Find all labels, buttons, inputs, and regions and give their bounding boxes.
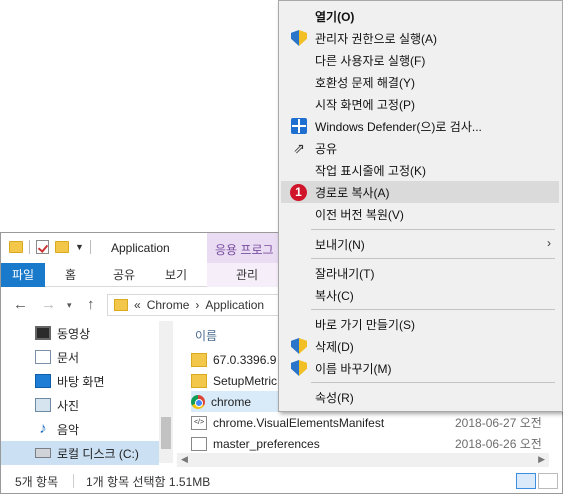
- nav-item-local-disk[interactable]: 로컬 디스크 (C:): [1, 441, 159, 465]
- tab-view[interactable]: 보기: [165, 263, 187, 287]
- nav-pane-scrollbar[interactable]: [159, 321, 173, 463]
- menu-item-copy[interactable]: 복사(C): [281, 284, 559, 306]
- nav-item-pictures[interactable]: 사진: [1, 393, 159, 417]
- new-folder-icon[interactable]: [55, 241, 69, 253]
- music-icon: ♪: [39, 420, 47, 437]
- breadcrumb-application[interactable]: Application: [205, 298, 264, 312]
- scroll-left-icon[interactable]: ◀: [181, 454, 188, 465]
- large-icons-view-icon[interactable]: [538, 473, 558, 489]
- address-overflow[interactable]: «: [134, 298, 141, 312]
- view-switcher: [516, 473, 558, 489]
- folder-icon: [191, 373, 207, 388]
- desktop-icon: [35, 374, 51, 388]
- address-bar[interactable]: « Chrome › Application: [107, 294, 297, 316]
- chrome-icon: [191, 394, 205, 409]
- tab-file[interactable]: 파일: [1, 263, 45, 287]
- menu-item-send-to[interactable]: 보내기(N) ›: [281, 233, 559, 255]
- quick-access-toolbar: ▼: [9, 240, 91, 254]
- properties-icon[interactable]: [36, 240, 49, 254]
- video-icon: [35, 326, 51, 340]
- step-badge: 1: [290, 184, 307, 201]
- folder-icon[interactable]: [9, 241, 23, 253]
- menu-item-delete[interactable]: 삭제(D): [281, 335, 559, 357]
- menu-item-pin-to-start[interactable]: 시작 화면에 고정(P): [281, 93, 559, 115]
- uac-shield-icon: [291, 338, 307, 354]
- forward-arrow-icon[interactable]: →: [41, 296, 56, 313]
- chevron-right-icon: ›: [547, 236, 551, 250]
- menu-item-properties[interactable]: 속성(R): [281, 386, 559, 408]
- scroll-right-icon[interactable]: ▶: [538, 454, 545, 465]
- windows-defender-icon: [291, 118, 307, 134]
- menu-item-open[interactable]: 열기(O): [281, 5, 559, 27]
- context-menu: 열기(O) 관리자 권한으로 실행(A) 다른 사용자로 실행(F) 호환성 문…: [278, 0, 563, 412]
- navigation-pane: 동영상 문서 바탕 화면 사진 ♪ 음악 로컬 디스크 (C:): [1, 321, 173, 467]
- menu-item-create-shortcut[interactable]: 바로 가기 만들기(S): [281, 313, 559, 335]
- file-date: 2018-06-27 오전: [455, 416, 542, 430]
- menu-item-troubleshoot-compatibility[interactable]: 호환성 문제 해결(Y): [281, 71, 559, 93]
- breadcrumb-chrome[interactable]: Chrome: [147, 298, 190, 312]
- folder-icon: [114, 299, 128, 311]
- xml-icon: </>: [191, 415, 207, 430]
- up-arrow-icon[interactable]: ↑: [87, 296, 95, 313]
- file-row[interactable]: master_preferences 2018-06-26 오전: [191, 433, 561, 454]
- window-title: Application: [111, 241, 170, 255]
- file-date: 2018-06-26 오전: [455, 437, 542, 451]
- menu-item-run-as-admin[interactable]: 관리자 권한으로 실행(A): [281, 27, 559, 49]
- menu-separator: [311, 382, 555, 383]
- file-icon: [191, 436, 207, 451]
- menu-item-defender-scan[interactable]: Windows Defender(으)로 검사...: [281, 115, 559, 137]
- file-row[interactable]: </> chrome.VisualElementsManifest 2018-0…: [191, 412, 561, 433]
- tab-manage[interactable]: 관리: [207, 263, 287, 287]
- menu-item-restore-previous-versions[interactable]: 이전 버전 복원(V): [281, 203, 559, 225]
- item-count: 5개 항목: [15, 474, 59, 489]
- contextual-tab-title: 응용 프로그: [207, 233, 287, 263]
- tab-home[interactable]: 홈: [65, 263, 76, 287]
- details-view-icon[interactable]: [516, 473, 536, 489]
- menu-item-rename[interactable]: 이름 바꾸기(M): [281, 357, 559, 379]
- menu-separator: [311, 309, 555, 310]
- column-header-name[interactable]: 이름: [195, 327, 217, 344]
- document-icon: [35, 350, 51, 364]
- nav-item-documents[interactable]: 문서: [1, 345, 159, 369]
- menu-item-share[interactable]: ⇗ 공유: [281, 137, 559, 159]
- menu-item-cut[interactable]: 잘라내기(T): [281, 262, 559, 284]
- uac-shield-icon: [291, 360, 307, 376]
- nav-item-videos[interactable]: 동영상: [1, 321, 159, 345]
- menu-separator: [311, 258, 555, 259]
- status-bar: 5개 항목 1개 항목 선택함 1.51MB: [1, 469, 562, 493]
- nav-item-desktop[interactable]: 바탕 화면: [1, 369, 159, 393]
- menu-item-run-as-other-user[interactable]: 다른 사용자로 실행(F): [281, 49, 559, 71]
- menu-separator: [311, 229, 555, 230]
- menu-item-copy-as-path[interactable]: 1 경로로 복사(A): [281, 181, 559, 203]
- nav-item-music[interactable]: ♪ 음악: [1, 417, 159, 441]
- tab-share[interactable]: 공유: [113, 263, 135, 287]
- share-icon: ⇗: [293, 140, 305, 156]
- menu-item-pin-to-taskbar[interactable]: 작업 표시줄에 고정(K): [281, 159, 559, 181]
- scrollbar-thumb[interactable]: [161, 417, 171, 449]
- pictures-icon: [35, 398, 51, 412]
- uac-shield-icon: [291, 30, 307, 46]
- back-arrow-icon[interactable]: ←: [13, 296, 28, 313]
- horizontal-scrollbar[interactable]: ◀ ▶: [177, 453, 549, 467]
- folder-icon: [191, 352, 207, 367]
- customize-toolbar-dropdown-icon[interactable]: ▼: [75, 242, 84, 252]
- selection-info: 1개 항목 선택함 1.51MB: [86, 474, 211, 489]
- recent-locations-chevron-icon[interactable]: ▾: [67, 300, 72, 311]
- breadcrumb-separator-icon: ›: [195, 298, 200, 312]
- disk-icon: [35, 448, 51, 458]
